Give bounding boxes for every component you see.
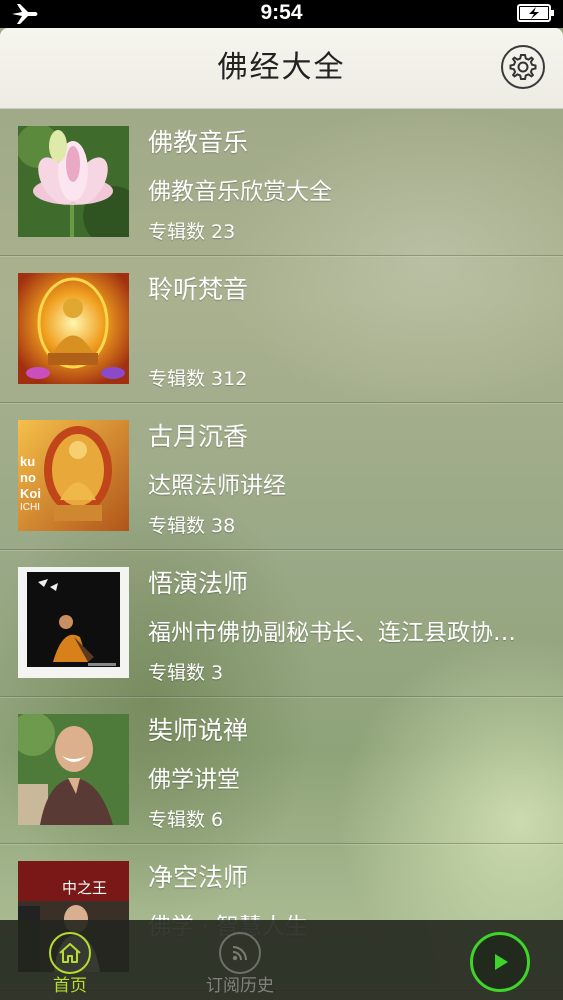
battery-charging-icon [517,4,554,22]
tab-history[interactable]: 订阅历史 [190,920,290,1000]
home-icon-circle [49,932,91,974]
svg-text:ICHI: ICHI [20,502,40,513]
album-count: 专辑数 38 [148,515,236,537]
svg-text:Koi: Koi [20,486,41,501]
play-button[interactable] [470,932,530,992]
home-icon [59,943,81,963]
item-title: 古月沉香 [148,422,249,451]
settings-button[interactable] [501,45,545,89]
tab-home-label: 首页 [53,976,87,996]
status-bar: 9:54 [0,0,563,28]
tab-history-label: 订阅历史 [206,976,274,996]
monk-photo-thumbnail [18,567,129,678]
album-count: 专辑数 312 [148,368,248,390]
list-item[interactable]: 佛教音乐 佛教音乐欣赏大全 专辑数 23 [0,109,563,256]
item-title: 聆听梵音 [148,275,249,304]
gear-icon [509,54,537,80]
navigation-bar: 佛经大全 [0,28,563,109]
item-title: 净空法师 [148,863,249,892]
item-title: 佛教音乐 [148,128,249,157]
tab-home[interactable]: 首页 [30,920,110,1000]
status-time: 9:54 [260,1,303,24]
rss-icon [232,946,247,961]
golden-buddha-thumbnail: ku no Koi ICHI [18,420,129,531]
page-title: 佛经大全 [217,50,346,85]
item-subtitle: 达照法师讲经 [148,473,286,499]
lotus-thumbnail [18,126,129,237]
list-item[interactable]: 悟演法师 福州市佛协副秘书长、连江县政协… 专辑数 3 [0,550,563,697]
rss-icon-circle [219,932,261,974]
svg-text:no: no [20,470,36,485]
smiling-monk-thumbnail [18,714,129,825]
item-subtitle: 福州市佛协副秘书长、连江县政协… [148,620,516,646]
item-title: 悟演法师 [148,569,249,598]
list-item[interactable]: ku no Koi ICHI 古月沉香 达照法师讲经 专辑数 38 [0,403,563,550]
svg-text:中之王: 中之王 [62,879,107,897]
play-icon [495,954,508,970]
app-screen: 9:54 佛经大全 佛教音乐 佛教音乐欣赏大全 专辑数 23 聆听梵音 专辑数 … [0,0,563,1000]
item-subtitle: 佛教音乐欣赏大全 [148,179,332,205]
buddha-thumbnail [18,273,129,384]
album-count: 专辑数 6 [148,809,224,831]
list-item[interactable]: 聆听梵音 专辑数 312 [0,256,563,403]
album-count: 专辑数 23 [148,221,236,243]
album-count: 专辑数 3 [148,662,224,684]
item-title: 奘师说禅 [148,716,249,745]
list-item[interactable]: 奘师说禅 佛学讲堂 专辑数 6 [0,697,563,844]
category-list: 佛教音乐 佛教音乐欣赏大全 专辑数 23 聆听梵音 专辑数 312 ku no … [0,109,563,991]
svg-text:ku: ku [20,454,35,469]
item-subtitle: 佛学讲堂 [148,767,240,793]
